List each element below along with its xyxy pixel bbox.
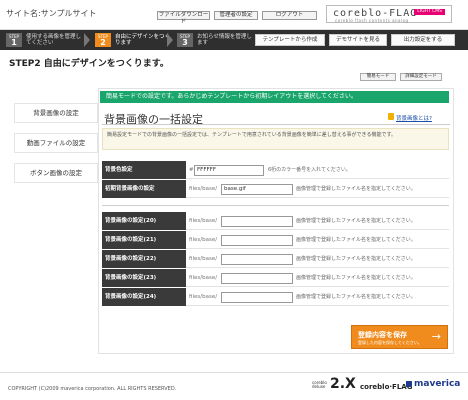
help-link[interactable]: 背景画像とは?	[396, 114, 432, 122]
step-2-label: 自由にデザインをつくります	[115, 34, 171, 46]
step-2[interactable]: STEP 2 自由にデザインをつくります	[95, 32, 175, 48]
save-button[interactable]: 登録内容を保存 登録した内容を保存してください。 →	[351, 325, 448, 349]
background-color-input[interactable]: FFFFFF	[194, 165, 264, 176]
field-hint: 画像管理で登録したファイル名を指定してください。	[296, 186, 416, 192]
coreblo-flag-footer-logo: coreblo·FLAG	[360, 378, 412, 396]
row-label: 初期背景画像の設定	[102, 180, 186, 198]
simple-mode-button[interactable]: 簡易モード	[360, 73, 396, 81]
step-1-number: STEP 1	[6, 33, 22, 47]
background-image-24-input[interactable]	[221, 292, 293, 303]
flag-logo-text: coreblo·FLAG	[360, 383, 413, 391]
save-button-sublabel: 登録した内容を保存してください。	[358, 340, 422, 345]
field-hint: 画像管理で登録したファイル名を指定してください。	[296, 237, 416, 243]
footer-divider	[0, 372, 468, 373]
admin-settings-button[interactable]: 管理者の設定	[214, 11, 258, 20]
step-arrow-icon	[167, 33, 173, 47]
coreblo-flag-logo: coreblo-FLAG LIGHT CMS coreblo flash con…	[326, 5, 452, 23]
field-hint: 6桁のカラー番号を入れてください。	[268, 167, 351, 173]
row-label: 背景画像の設定(22)	[102, 250, 186, 268]
copyright-text: COPYRIGHT (C)2009 maverica corporation. …	[8, 386, 177, 392]
form-row: 背景色設定 # FFFFFF 6桁のカラー番号を入れてください。	[102, 161, 449, 179]
row-label: 背景画像の設定(21)	[102, 231, 186, 249]
background-image-21-input[interactable]	[221, 235, 293, 246]
form-row: 背景画像の設定(23) files/base/ 画像管理で登録したファイル名を指…	[102, 269, 449, 287]
help-icon	[388, 113, 394, 120]
notice-banner: 簡易モードでの設定です。あらかじめテンプレートから初期レイアウトを選択してくださ…	[100, 91, 449, 103]
sidebar-item-background[interactable]: 背景画像の設定	[14, 103, 98, 123]
field-hint: 画像管理で登録したファイル名を指定してください。	[296, 256, 416, 262]
initial-background-image-input[interactable]: base.gif	[221, 184, 293, 195]
maverica-mark-icon	[406, 381, 412, 387]
background-image-22-input[interactable]	[221, 254, 293, 265]
version-logo-text: 2.X	[330, 376, 356, 392]
deluxe-logo-text: coreblo deluxe	[312, 380, 327, 389]
maverica-logo: maverica	[406, 378, 462, 396]
form-row: 背景画像の設定(20) files/base/ 画像管理で登録したファイル名を指…	[102, 212, 449, 230]
coreblo-deluxe-logo: coreblo deluxe 2.X	[312, 376, 356, 396]
path-prefix: files/base/	[189, 256, 218, 262]
path-prefix: files/base/	[189, 218, 218, 224]
file-download-button[interactable]: ファイルダウンロード	[157, 11, 210, 25]
form-row: 背景画像の設定(21) files/base/ 画像管理で登録したファイル名を指…	[102, 231, 449, 249]
top-bar: サイト名:サンプルサイト ファイルダウンロード 管理者の設定 ログアウト cor…	[0, 0, 468, 30]
page-title: STEP2 自由にデザインをつくります。	[9, 59, 169, 69]
section-divider	[102, 205, 449, 206]
step-1-label: 使用する画像を管理してください	[26, 34, 82, 46]
view-demo-site-button[interactable]: デモサイトを見る	[329, 34, 387, 46]
title-divider	[102, 124, 450, 125]
detail-mode-button[interactable]: 詳細設定モード	[400, 73, 442, 81]
field-hint: 画像管理で登録したファイル名を指定してください。	[296, 218, 416, 224]
save-button-label: 登録内容を保存	[358, 331, 407, 339]
hash-prefix: #	[189, 167, 194, 173]
form-row: 背景画像の設定(22) files/base/ 画像管理で登録したファイル名を指…	[102, 250, 449, 268]
step-arrow-icon	[84, 33, 90, 47]
row-label: 背景画像の設定(20)	[102, 212, 186, 230]
row-label: 背景画像の設定(23)	[102, 269, 186, 287]
background-image-23-input[interactable]	[221, 273, 293, 284]
sidebar-item-video[interactable]: 動画ファイルの設定	[14, 133, 98, 153]
path-prefix: files/base/	[189, 275, 218, 281]
logout-button[interactable]: ログアウト	[262, 11, 317, 20]
form-row: 背景画像の設定(24) files/base/ 画像管理で登録したファイル名を指…	[102, 288, 449, 306]
arrow-right-icon: →	[431, 330, 441, 343]
path-prefix: files/base/	[189, 237, 218, 243]
site-name: サイト名:サンプルサイト	[6, 9, 97, 18]
step-3[interactable]: STEP 3 お知らせ情報を管理します	[177, 32, 252, 48]
step-1[interactable]: STEP 1 使用する画像を管理してください	[6, 32, 86, 48]
field-hint: 画像管理で登録したファイル名を指定してください。	[296, 294, 416, 300]
row-label: 背景画像の設定(24)	[102, 288, 186, 306]
output-settings-button[interactable]: 出力設定をする	[391, 34, 455, 46]
logo-subtitle: coreblo flash contents analog	[335, 18, 409, 23]
field-hint: 画像管理で登録したファイル名を指定してください。	[296, 275, 416, 281]
logo-badge: LIGHT CMS	[414, 9, 445, 15]
description-box: 簡易設定モードでの背景画像の一括設定では、テンプレートで用意されている背景画像を…	[102, 128, 449, 150]
path-prefix: files/base/	[189, 294, 218, 300]
step-bar: STEP 1 使用する画像を管理してください STEP 2 自由にデザインをつくりま…	[0, 30, 468, 50]
sidebar-item-button-image[interactable]: ボタン画像の設定	[14, 163, 98, 183]
row-label: 背景色設定	[102, 161, 186, 179]
path-prefix: files/base/	[189, 186, 218, 192]
background-image-20-input[interactable]	[221, 216, 293, 227]
form-row: 初期背景画像の設定 files/base/ base.gif 画像管理で登録した…	[102, 180, 449, 198]
maverica-logo-text: maverica	[414, 379, 461, 389]
create-from-template-button[interactable]: テンプレートから作成	[255, 34, 325, 46]
step-3-label: お知らせ情報を管理します	[197, 34, 252, 46]
step-2-number: STEP 2	[95, 33, 111, 47]
step-3-number: STEP 3	[177, 33, 193, 47]
